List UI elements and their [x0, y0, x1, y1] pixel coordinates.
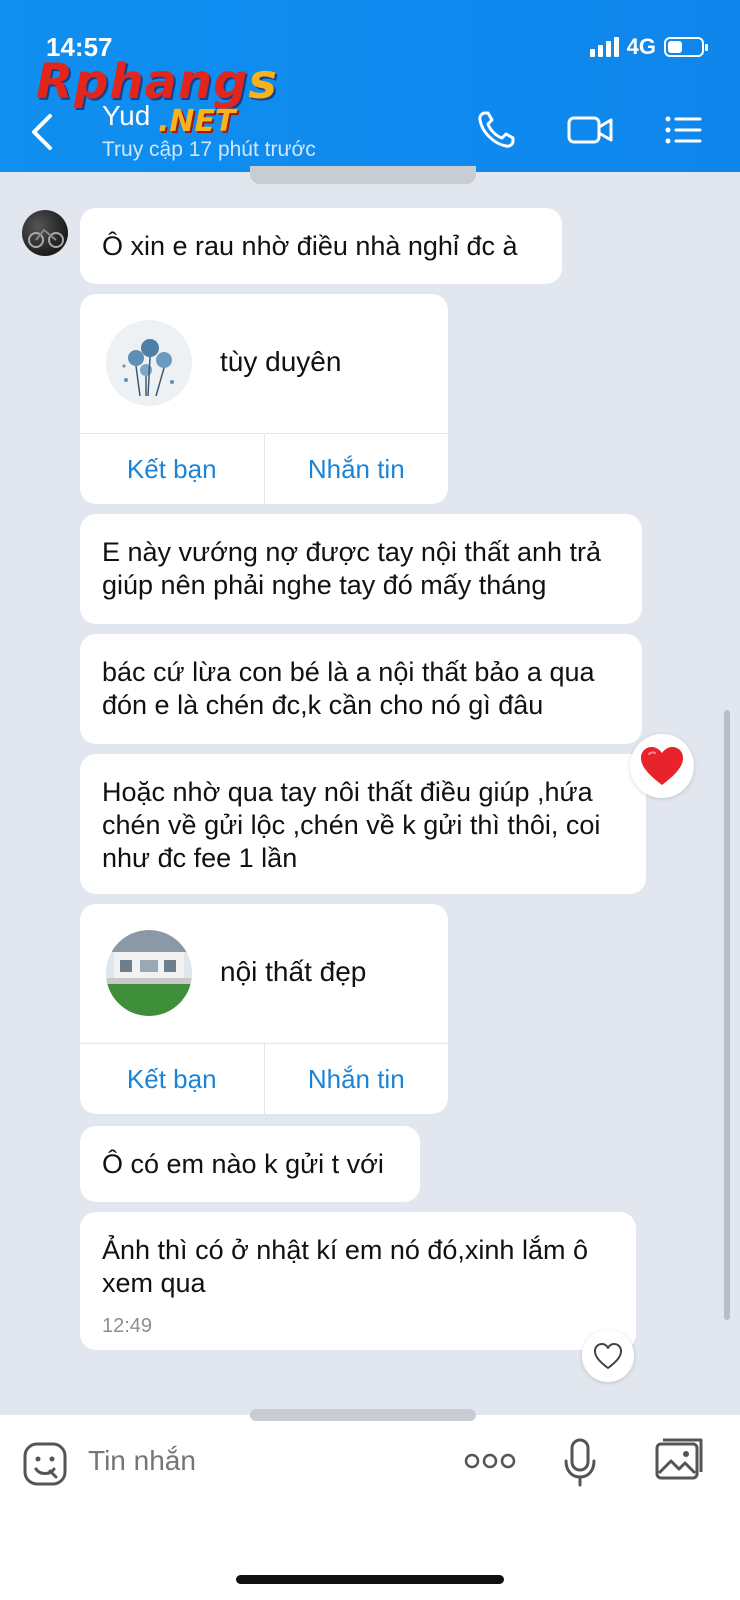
status-indicators: 4G: [589, 34, 708, 60]
add-friend-button[interactable]: Kết bạn: [80, 434, 264, 504]
image-icon: [655, 1438, 703, 1480]
contact-avatar: [106, 320, 192, 406]
message-bubble[interactable]: E này vướng nợ được tay nội thất anh trả…: [80, 514, 642, 624]
scrollbar[interactable]: [724, 710, 730, 1320]
phone-icon: [478, 111, 515, 148]
contact-name: tùy duyên: [220, 346, 342, 377]
contact-card-actions: Kết bạn Nhắn tin: [80, 433, 448, 504]
home-indicator: [236, 1575, 504, 1584]
message-bubble[interactable]: Ảnh thì có ở nhật kí em nó đó,xinh lắm ô…: [80, 1212, 636, 1350]
contact-name: nội thất đẹp: [220, 956, 367, 987]
message-bubble[interactable]: bác cứ lừa con bé là a nội thất bảo a qu…: [80, 634, 642, 744]
message-text: Ô xin e rau nhờ điều nhà nghỉ đc à: [102, 231, 518, 261]
chat-header: 14:57 4G Rphangs Yud .NET Truy cập 17 ph…: [0, 0, 740, 172]
send-message-button[interactable]: Nhắn tin: [263, 434, 449, 504]
message-text: bác cứ lừa con bé là a nội thất bảo a qu…: [102, 657, 595, 720]
date-pill: [250, 1409, 476, 1421]
message-bubble[interactable]: Ô có em nào k gửi t với: [80, 1126, 420, 1202]
heart-icon: [641, 747, 683, 785]
more-icon: [464, 1453, 516, 1469]
send-message-button[interactable]: Nhắn tin: [263, 1044, 449, 1114]
sticker-button[interactable]: [22, 1441, 68, 1492]
signal-icon: [589, 37, 619, 57]
video-call-button[interactable]: [566, 108, 616, 152]
message-timestamp: 12:49: [102, 1315, 153, 1337]
message-bubble[interactable]: Hoặc nhờ qua tay nôi thất điều giúp ,hứa…: [80, 754, 646, 894]
sticker-icon: [23, 1442, 67, 1486]
options-button[interactable]: [660, 108, 704, 152]
image-button[interactable]: [654, 1437, 704, 1488]
sender-avatar[interactable]: [22, 210, 68, 256]
microphone-icon: [564, 1438, 596, 1487]
message-bubble[interactable]: Ô xin e rau nhờ điều nhà nghỉ đc à: [80, 208, 562, 284]
contact-card-actions: Kết bạn Nhắn tin: [80, 1043, 448, 1114]
contact-name[interactable]: Yud: [102, 100, 150, 132]
more-button[interactable]: [462, 1449, 518, 1478]
message-input-bar: [0, 1409, 740, 1600]
contact-card[interactable]: tùy duyên Kết bạn Nhắn tin: [80, 294, 448, 504]
contact-avatar: [106, 930, 192, 1016]
add-friend-button[interactable]: Kết bạn: [80, 1044, 264, 1114]
back-button[interactable]: [26, 112, 60, 152]
heart-reaction[interactable]: [630, 734, 694, 798]
call-button[interactable]: [474, 108, 518, 152]
last-seen-status: Truy cập 17 phút trước: [102, 138, 316, 161]
network-label: 4G: [626, 34, 656, 59]
date-pill: [250, 166, 476, 184]
message-input[interactable]: [88, 1445, 428, 1477]
react-button[interactable]: [582, 1330, 634, 1382]
video-icon: [567, 116, 613, 144]
battery-icon: [664, 37, 708, 57]
back-icon: [32, 114, 52, 150]
message-text: E này vướng nợ được tay nội thất anh trả…: [102, 537, 602, 600]
heart-outline-icon: [594, 1343, 622, 1369]
message-text: Ô có em nào k gửi t với: [102, 1149, 384, 1179]
voice-button[interactable]: [562, 1437, 598, 1494]
menu-icon: [665, 116, 702, 144]
message-text: Ảnh thì có ở nhật kí em nó đó,xinh lắm ô…: [102, 1235, 588, 1298]
message-text: Hoặc nhờ qua tay nôi thất điều giúp ,hứa…: [102, 777, 601, 873]
watermark-net: .NET: [158, 104, 236, 139]
watermark-logo: Rphangs: [36, 54, 278, 110]
contact-card[interactable]: nội thất đẹp Kết bạn Nhắn tin: [80, 904, 448, 1114]
